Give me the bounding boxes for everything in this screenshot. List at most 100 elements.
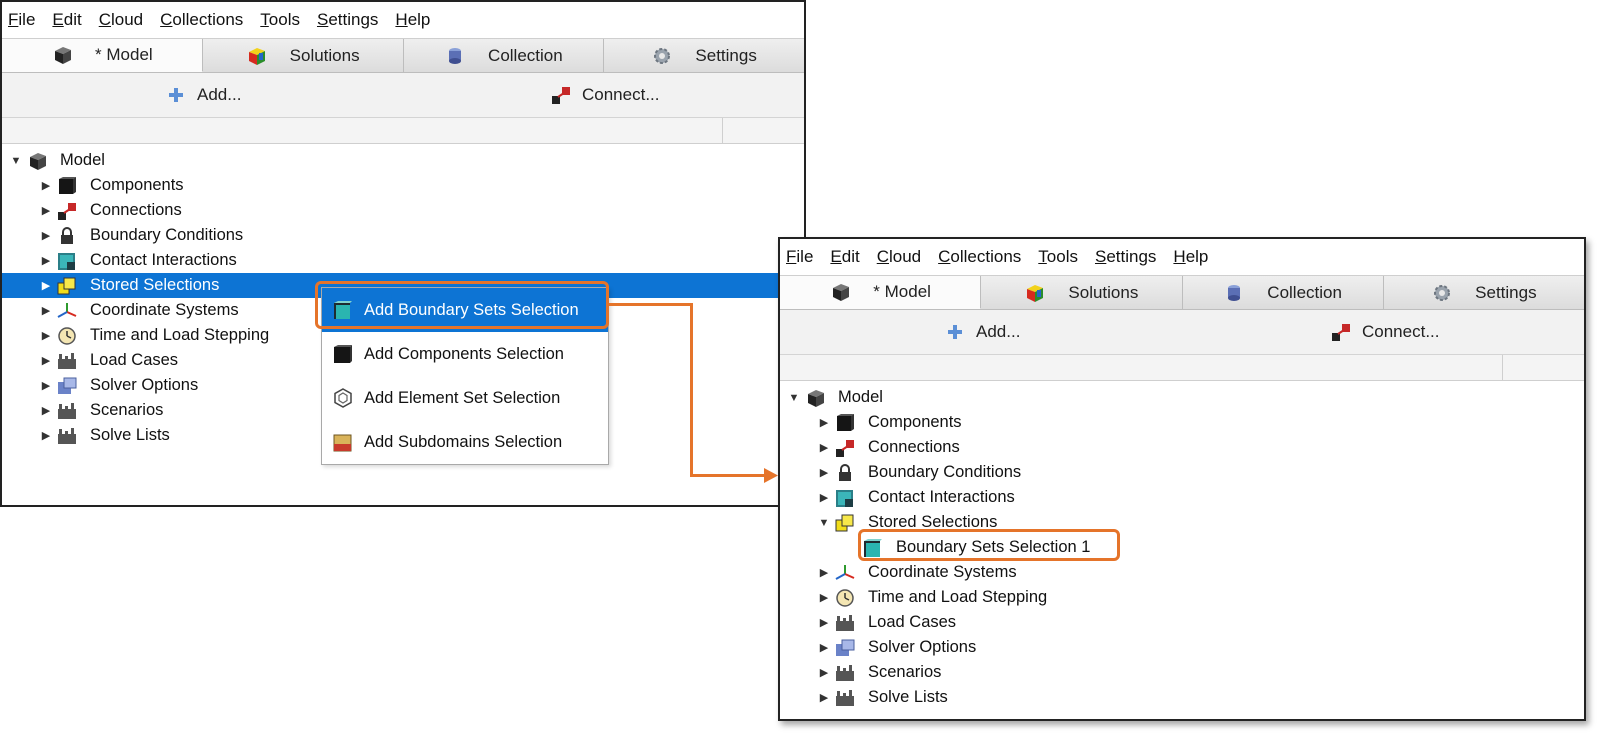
tree-item-boundary-conditions[interactable]: ▶ Boundary Conditions: [2, 223, 804, 248]
caret-right-icon[interactable]: ▶: [36, 304, 56, 317]
caret-right-icon[interactable]: ▶: [36, 254, 56, 267]
add-components-selection-item[interactable]: Add Components Selection: [322, 332, 608, 376]
tab-model[interactable]: * Model: [2, 39, 203, 72]
caret-right-icon[interactable]: ▶: [814, 666, 834, 679]
time-stepping-icon: [56, 326, 78, 346]
tree-label: Solver Options: [90, 376, 199, 394]
menu-file[interactable]: File: [8, 10, 35, 30]
tree-item-time-and-load-stepping[interactable]: ▶ Time and Load Stepping: [780, 585, 1584, 610]
menu-help[interactable]: Help: [1173, 247, 1208, 267]
plus-icon: [944, 322, 966, 342]
caret-right-icon[interactable]: ▶: [36, 204, 56, 217]
tree-item-contact-interactions[interactable]: ▶ Contact Interactions: [2, 248, 804, 273]
caret-right-icon[interactable]: ▶: [814, 441, 834, 454]
tab-label: Collection: [1267, 282, 1342, 302]
model-cube-icon: [26, 151, 48, 171]
menu-cloud[interactable]: Cloud: [877, 247, 921, 267]
caret-right-icon[interactable]: ▶: [36, 279, 56, 292]
tree-item-load-cases[interactable]: ▶ Load Cases: [780, 610, 1584, 635]
toolbar: Add... Connect...: [780, 310, 1584, 355]
tree-item-boundary-conditions[interactable]: ▶ Boundary Conditions: [780, 460, 1584, 485]
menu-file[interactable]: File: [786, 247, 813, 267]
add-label: Add...: [976, 322, 1021, 341]
caret-right-icon[interactable]: ▶: [814, 466, 834, 479]
model-tree: ▼ Model ▶ Components ▶ Connections ▶ Boundary…: [780, 381, 1584, 710]
caret-right-icon[interactable]: ▶: [36, 379, 56, 392]
tab-collection[interactable]: Collection: [1182, 276, 1384, 309]
tab-solutions[interactable]: Solutions: [981, 276, 1183, 309]
add-element-set-selection-item[interactable]: Add Element Set Selection: [322, 376, 608, 420]
boundary-sets-icon: [332, 300, 354, 320]
tree-root-model[interactable]: ▼ Model: [780, 385, 1584, 410]
caret-right-icon[interactable]: ▶: [814, 641, 834, 654]
tree-item-components[interactable]: ▶ Components: [780, 410, 1584, 435]
caret-right-icon[interactable]: ▶: [36, 179, 56, 192]
menu-edit[interactable]: Edit: [52, 10, 81, 30]
caret-right-icon[interactable]: ▶: [814, 566, 834, 579]
tree-item-scenarios[interactable]: ▶ Scenarios: [780, 660, 1584, 685]
caret-down-icon[interactable]: ▼: [784, 392, 804, 404]
tree-label: Model: [60, 151, 105, 169]
caret-right-icon[interactable]: ▶: [814, 616, 834, 629]
subdomains-icon: [332, 432, 354, 452]
menu-help[interactable]: Help: [395, 10, 430, 30]
tree-item-boundary-sets-selection-1[interactable]: Boundary Sets Selection 1: [780, 535, 1584, 560]
tree-item-components[interactable]: ▶ Components: [2, 173, 804, 198]
tree-item-solve-lists[interactable]: ▶ Solve Lists: [780, 685, 1584, 710]
add-button[interactable]: Add...: [165, 85, 241, 105]
caret-right-icon[interactable]: ▶: [814, 691, 834, 704]
solver-options-icon: [56, 376, 78, 396]
add-subdomains-selection-item[interactable]: Add Subdomains Selection: [322, 420, 608, 464]
caret-right-icon[interactable]: ▶: [814, 416, 834, 429]
menu-item-label: Add Element Set Selection: [364, 388, 561, 407]
scenarios-icon: [56, 401, 78, 421]
caret-right-icon[interactable]: ▶: [814, 491, 834, 504]
tree-root-model[interactable]: ▼ Model: [2, 148, 804, 173]
tree-label: Coordinate Systems: [90, 301, 239, 319]
tab-settings[interactable]: Settings: [1383, 276, 1584, 309]
menu-collections[interactable]: Collections: [938, 247, 1021, 267]
coordinate-systems-icon: [834, 563, 856, 583]
menu-cloud[interactable]: Cloud: [99, 10, 143, 30]
tree-item-coordinate-systems[interactable]: ▶ Coordinate Systems: [780, 560, 1584, 585]
menu-settings[interactable]: Settings: [1095, 247, 1156, 267]
connect-button[interactable]: Connect...: [550, 85, 660, 105]
caret-right-icon[interactable]: ▶: [36, 329, 56, 342]
add-boundary-sets-selection-item[interactable]: Add Boundary Sets Selection: [322, 288, 608, 332]
connect-button[interactable]: Connect...: [1330, 322, 1440, 342]
tree-item-stored-selections[interactable]: ▼ Stored Selections: [780, 510, 1584, 535]
filter-bar[interactable]: [780, 355, 1584, 381]
caret-right-icon[interactable]: ▶: [36, 429, 56, 442]
tree-item-connections[interactable]: ▶ Connections: [780, 435, 1584, 460]
collection-icon: [444, 46, 466, 66]
caret-right-icon[interactable]: ▶: [36, 354, 56, 367]
tree-item-contact-interactions[interactable]: ▶ Contact Interactions: [780, 485, 1584, 510]
tab-collection[interactable]: Collection: [403, 39, 605, 72]
components-selection-icon: [332, 344, 354, 364]
menu-tools[interactable]: Tools: [1038, 247, 1078, 267]
caret-down-icon[interactable]: ▼: [6, 155, 26, 167]
tree-label: Components: [868, 413, 962, 431]
menu-edit[interactable]: Edit: [830, 247, 859, 267]
window-after: File Edit Cloud Collections Tools Settin…: [778, 237, 1586, 721]
connections-icon: [550, 85, 572, 105]
menu-settings[interactable]: Settings: [317, 10, 378, 30]
caret-right-icon[interactable]: ▶: [36, 229, 56, 242]
tab-settings[interactable]: Settings: [604, 39, 804, 72]
menu-tools[interactable]: Tools: [260, 10, 300, 30]
contact-interactions-icon: [834, 488, 856, 508]
tree-label: Solve Lists: [868, 688, 948, 706]
caret-down-icon[interactable]: ▼: [814, 517, 834, 529]
model-cube-icon: [51, 45, 73, 65]
tree-item-solver-options[interactable]: ▶ Solver Options: [780, 635, 1584, 660]
menu-collections[interactable]: Collections: [160, 10, 243, 30]
tab-solutions[interactable]: Solutions: [202, 39, 404, 72]
caret-right-icon[interactable]: ▶: [814, 591, 834, 604]
tree-item-connections[interactable]: ▶ Connections: [2, 198, 804, 223]
menu-item-label: Add Components Selection: [364, 344, 564, 363]
filter-bar[interactable]: [2, 118, 804, 144]
add-button[interactable]: Add...: [944, 322, 1020, 342]
caret-right-icon[interactable]: ▶: [36, 404, 56, 417]
tab-model[interactable]: * Model: [780, 276, 982, 309]
tree-label: Load Cases: [90, 351, 179, 369]
